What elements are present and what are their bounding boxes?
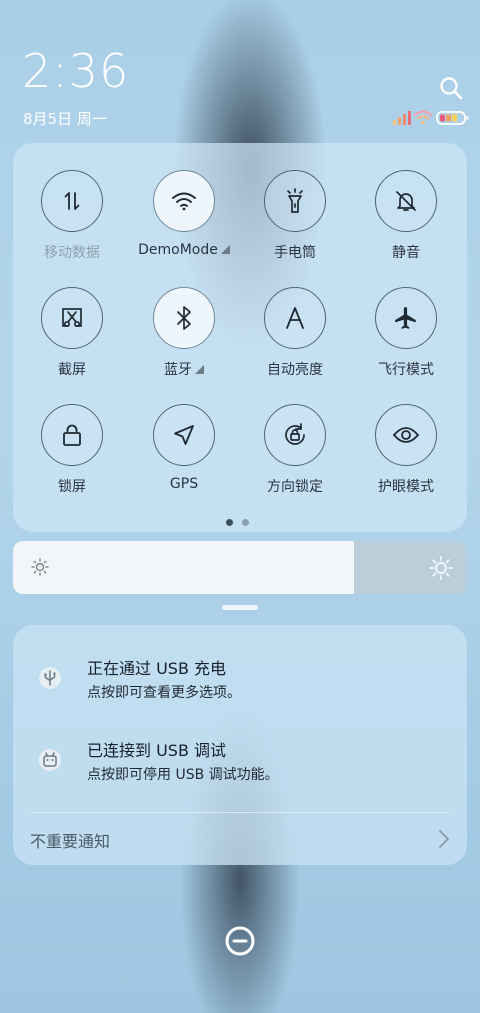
tile-button[interactable] xyxy=(153,170,215,232)
tile-button[interactable] xyxy=(41,287,103,349)
notification-subtitle: 点按即可查看更多选项。 xyxy=(87,685,241,701)
page-dot xyxy=(226,519,233,526)
tile-button[interactable] xyxy=(375,170,437,232)
tile-label: 护眼模式 xyxy=(378,479,434,495)
cell-signal-icon xyxy=(393,111,411,125)
signal-wifi-battery-icons xyxy=(393,110,469,125)
tile-button[interactable] xyxy=(264,287,326,349)
tile-screenshot[interactable]: 截屏 xyxy=(22,287,122,379)
tile-gps[interactable]: GPS xyxy=(134,404,234,492)
tile-label: GPS xyxy=(169,476,199,492)
notification-title: 正在通过 USB 充电 xyxy=(87,659,227,678)
brightness-slider[interactable] xyxy=(13,541,467,594)
divider xyxy=(30,812,450,813)
chevron-right-icon[interactable] xyxy=(437,828,451,850)
tile-label: 蓝牙 xyxy=(134,359,234,379)
eye-icon xyxy=(392,427,420,443)
page-dot xyxy=(242,519,249,526)
tile-airplane[interactable]: 飞行模式 xyxy=(356,287,456,379)
notification-usb-charging[interactable]: 正在通过 USB 充电 点按即可查看更多选项。 xyxy=(13,655,467,715)
expand-triangle-icon[interactable] xyxy=(195,365,204,374)
notification-subtitle: 点按即可停用 USB 调试功能。 xyxy=(87,767,279,783)
tile-button[interactable] xyxy=(375,287,437,349)
tile-bluetooth[interactable]: 蓝牙 xyxy=(134,287,234,379)
tile-label: 方向锁定 xyxy=(267,479,323,495)
mobile-data-icon xyxy=(64,192,80,210)
tile-button[interactable] xyxy=(264,404,326,466)
brightness-high-icon xyxy=(429,556,453,580)
mute-bell-icon xyxy=(396,191,416,211)
drag-handle[interactable] xyxy=(222,605,258,610)
tile-rotation-lock[interactable]: 方向锁定 xyxy=(245,404,345,496)
gps-icon xyxy=(174,425,194,445)
wifi-status-icon xyxy=(413,110,433,125)
wifi-icon xyxy=(172,192,196,211)
page-indicator xyxy=(226,519,249,526)
clear-all-icon[interactable] xyxy=(224,925,256,957)
auto-brightness-icon xyxy=(286,307,304,329)
tile-button[interactable] xyxy=(375,404,437,466)
lock-icon xyxy=(63,424,81,446)
search-icon[interactable] xyxy=(438,75,464,101)
tile-flashlight[interactable]: 手电筒 xyxy=(245,170,345,262)
tile-auto-brightness[interactable]: 自动亮度 xyxy=(245,287,345,379)
tile-label: 截屏 xyxy=(58,362,86,378)
android-debug-icon xyxy=(39,749,61,771)
tile-button[interactable] xyxy=(41,404,103,466)
tile-button[interactable] xyxy=(153,287,215,349)
brightness-fill xyxy=(13,541,354,594)
notification-usb-debugging[interactable]: 已连接到 USB 调试 点按即可停用 USB 调试功能。 xyxy=(13,737,467,797)
tile-button[interactable] xyxy=(264,170,326,232)
tile-label: DemoMode xyxy=(134,242,234,258)
quick-settings-panel: 移动数据 DemoMode 手电筒 静音 截屏 蓝牙 自动亮度 飞行模式 锁屏 … xyxy=(13,143,467,532)
tile-button[interactable] xyxy=(153,404,215,466)
battery-icon xyxy=(436,111,469,125)
airplane-icon xyxy=(395,307,416,329)
usb-icon xyxy=(39,667,61,689)
tile-mobile-data[interactable]: 移动数据 xyxy=(22,170,122,262)
flashlight-icon xyxy=(287,188,303,213)
status-bar: 2:36 8月5日 周一 xyxy=(0,0,480,135)
tile-label: 飞行模式 xyxy=(378,362,434,378)
screenshot-icon xyxy=(62,308,82,328)
tile-lock-screen[interactable]: 锁屏 xyxy=(22,404,122,496)
tile-label: 移动数据 xyxy=(44,245,100,261)
tile-label: 静音 xyxy=(392,245,420,261)
tile-mute[interactable]: 静音 xyxy=(356,170,456,262)
tile-wifi[interactable]: DemoMode xyxy=(134,170,234,258)
bluetooth-icon xyxy=(177,306,191,330)
clock: 2:36 xyxy=(22,44,130,98)
expand-triangle-icon[interactable] xyxy=(220,245,230,254)
brightness-low-icon xyxy=(31,558,49,576)
tile-label: 锁屏 xyxy=(58,479,86,495)
notification-panel: 正在通过 USB 充电 点按即可查看更多选项。 已连接到 USB 调试 点按即可… xyxy=(13,625,467,865)
date-label: 8月5日 周一 xyxy=(23,110,107,128)
tile-label: 自动亮度 xyxy=(267,362,323,378)
unimportant-notifications-link[interactable]: 不重要通知 xyxy=(30,828,110,852)
rotation-lock-icon xyxy=(285,423,305,445)
tile-label: 手电筒 xyxy=(274,245,316,261)
tile-button[interactable] xyxy=(41,170,103,232)
notification-title: 已连接到 USB 调试 xyxy=(87,741,227,760)
tile-eye-care[interactable]: 护眼模式 xyxy=(356,404,456,496)
